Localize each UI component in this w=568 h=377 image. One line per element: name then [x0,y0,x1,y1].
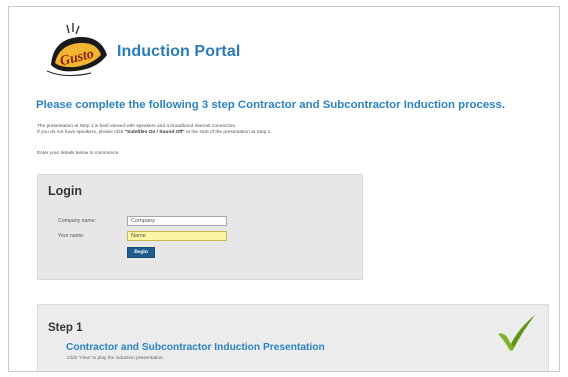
your-name-field[interactable] [127,231,227,241]
step-1-note: Click 'View' to play the induction prese… [67,356,164,361]
induction-presentation-link[interactable]: Contractor and Subcontractor Induction P… [66,342,325,353]
checkmark-icon [495,312,537,352]
page-headline: Please complete the following 3 step Con… [36,99,505,111]
intro-line-2-prefix: If you do not have speakers, please clic… [37,130,125,136]
step-1-title: Step 1 [48,322,83,334]
page-frame: Gusto Induction Portal Please complete t… [8,6,560,372]
company-name-field[interactable] [127,216,227,226]
begin-button[interactable]: Begin [127,247,155,258]
portal-title: Induction Portal [117,43,241,60]
company-name-label: Company name: [58,218,97,224]
gusto-logo: Gusto [45,21,111,79]
your-name-label: Your name: [58,233,85,239]
login-panel: Login Company name: Your name: Begin [37,174,363,280]
step-1-panel: Step 1 Contractor and Subcontractor Indu… [37,304,549,371]
subtitles-hint: "Subtitles On / Sound Off" [124,130,185,136]
login-heading: Login [48,184,83,198]
intro-line-2-suffix: at the start of the presentation at Step… [184,130,272,136]
intro-line-2: If you do not have speakers, please clic… [37,130,272,136]
intro-text: The presentation at Step 1 is best viewe… [37,124,272,137]
enter-details-text: Enter your details below to commence. [37,151,120,156]
